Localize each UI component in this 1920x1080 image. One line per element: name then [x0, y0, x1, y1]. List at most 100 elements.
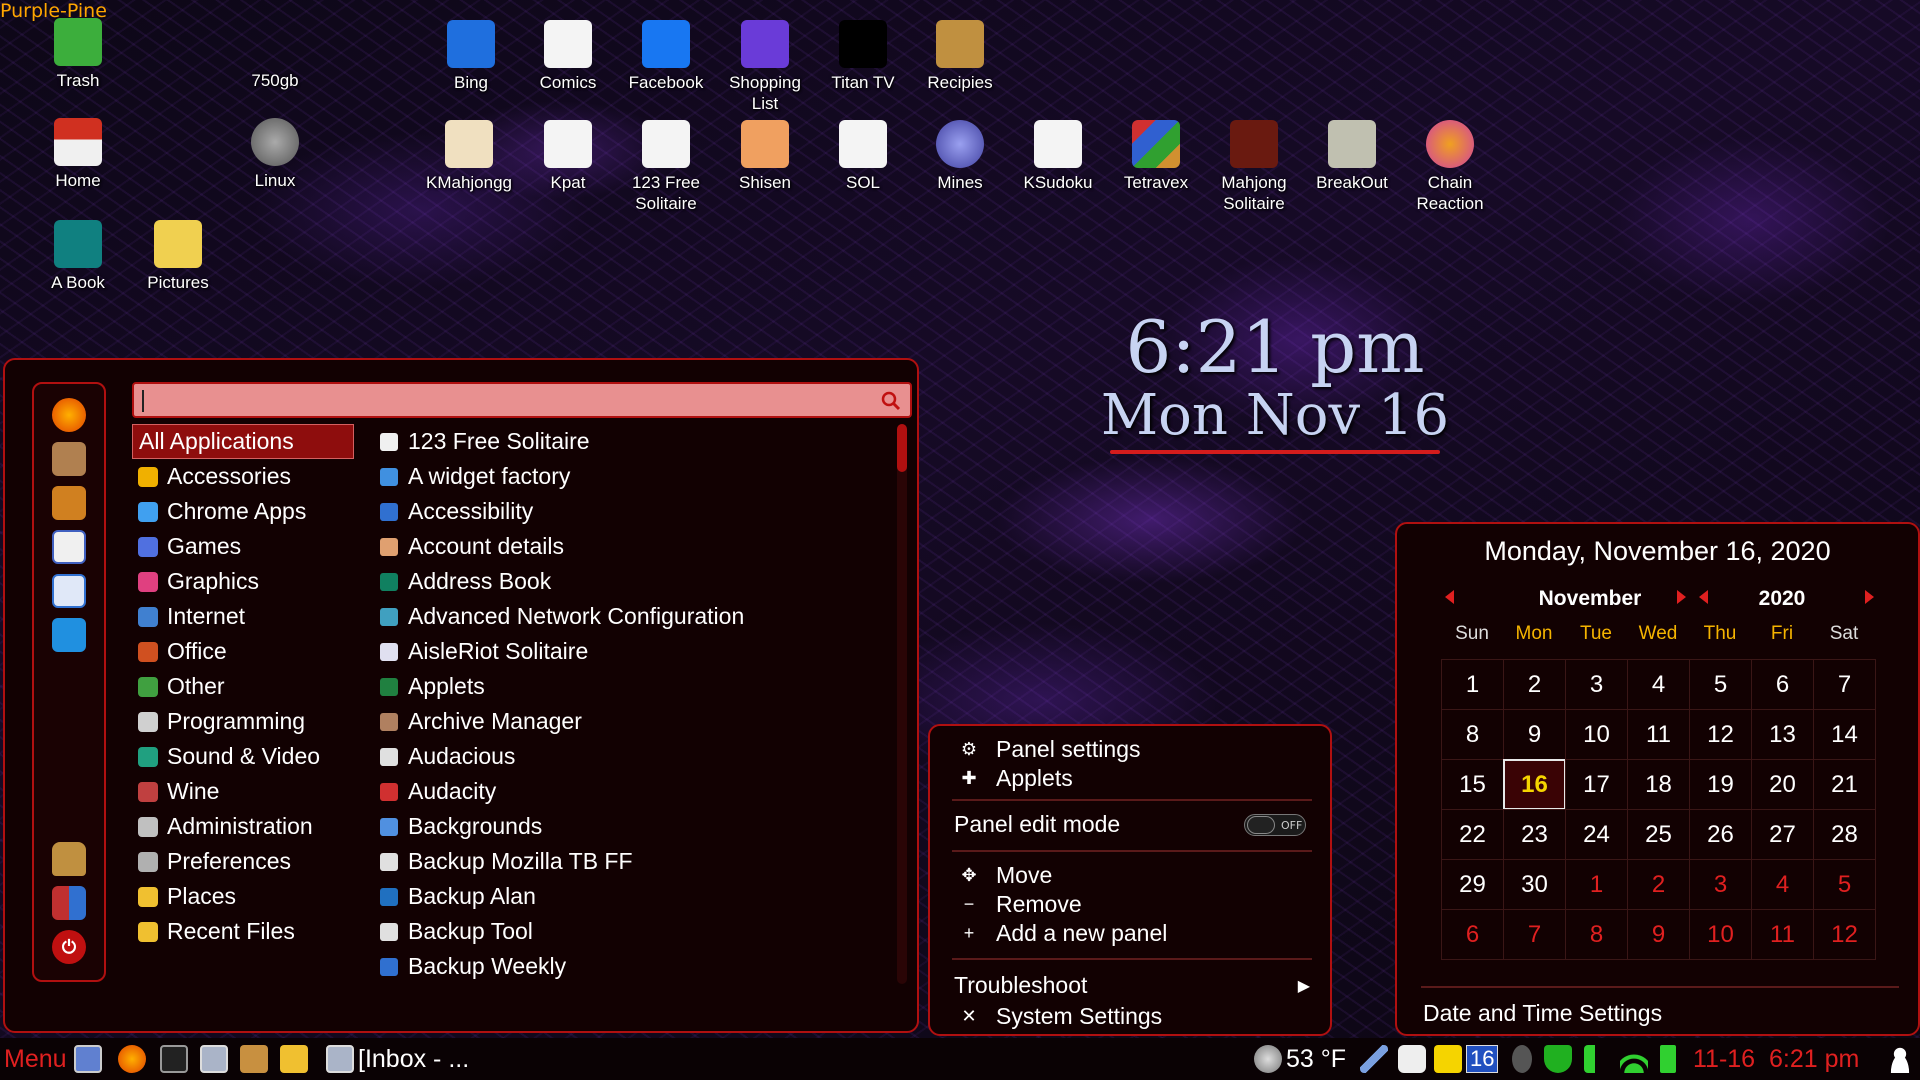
desktop-icon-comics[interactable]: Comics — [520, 20, 616, 93]
calendar-day[interactable]: 2 — [1627, 859, 1690, 910]
calendar-day[interactable]: 3 — [1689, 859, 1752, 910]
calendar-day[interactable]: 4 — [1627, 659, 1690, 710]
category-all-applications[interactable]: All Applications — [132, 424, 354, 459]
calendar-day[interactable]: 15 — [1441, 759, 1504, 810]
category-internet[interactable]: Internet — [132, 599, 354, 634]
terminal-launcher[interactable] — [160, 1043, 188, 1075]
app-item[interactable]: Backup Alan — [380, 879, 900, 914]
logout-icon[interactable] — [52, 886, 86, 920]
desktop-icon-sol[interactable]: SOL — [815, 120, 911, 193]
desktop-icon-mines[interactable]: Mines — [912, 120, 1008, 193]
tools-launcher[interactable] — [240, 1043, 268, 1075]
desktop-icon-tetravex[interactable]: Tetravex — [1108, 120, 1204, 193]
next-year-icon[interactable] — [1865, 590, 1874, 604]
calendar-day[interactable]: 30 — [1503, 859, 1566, 910]
app-item[interactable]: Backup Mozilla TB FF — [380, 844, 900, 879]
system-settings-item[interactable]: ✕ System Settings — [954, 1003, 1162, 1030]
app-item[interactable]: Backgrounds — [380, 809, 900, 844]
clock-applet[interactable]: 11-16 6:21 pm — [1693, 1043, 1859, 1075]
calendar-day[interactable]: 12 — [1813, 909, 1876, 960]
calendar-day[interactable]: 20 — [1751, 759, 1814, 810]
category-office[interactable]: Office — [132, 634, 354, 669]
calendar-day[interactable]: 11 — [1627, 709, 1690, 760]
desktop-icon-kmahjongg[interactable]: KMahjongg — [421, 120, 517, 193]
calendar-day[interactable]: 19 — [1689, 759, 1752, 810]
calendar-day[interactable]: 14 — [1813, 709, 1876, 760]
text-editor-icon[interactable] — [52, 530, 86, 564]
calendar-day[interactable]: 17 — [1565, 759, 1628, 810]
user-applet[interactable] — [1886, 1043, 1914, 1075]
system-monitor-icon[interactable] — [52, 618, 86, 652]
desktop-icon-facebook[interactable]: Facebook — [618, 20, 714, 93]
files-launcher[interactable] — [280, 1043, 308, 1075]
app-item[interactable]: 123 Free Solitaire — [380, 424, 900, 459]
package-install-icon[interactable] — [52, 486, 86, 520]
calendar-day[interactable]: 10 — [1565, 709, 1628, 760]
desktop-icon-shisen[interactable]: Shisen — [717, 120, 813, 193]
category-graphics[interactable]: Graphics — [132, 564, 354, 599]
calendar-day[interactable]: 8 — [1441, 709, 1504, 760]
app-item[interactable]: Archive Manager — [380, 704, 900, 739]
document-viewer-icon[interactable] — [52, 574, 86, 608]
calendar-day[interactable]: 9 — [1627, 909, 1690, 960]
weather-applet[interactable]: 53 °F — [1254, 1043, 1346, 1075]
desktop-icon-ksudoku[interactable]: KSudoku — [1010, 120, 1106, 193]
calendar-day[interactable]: 21 — [1813, 759, 1876, 810]
calendar-day[interactable]: 6 — [1751, 659, 1814, 710]
app-item[interactable]: Address Book — [380, 564, 900, 599]
app-item[interactable]: Backup Tool — [380, 914, 900, 949]
calendar-day[interactable]: 9 — [1503, 709, 1566, 760]
calendar-day[interactable]: 28 — [1813, 809, 1876, 860]
sound-applet[interactable] — [1584, 1043, 1612, 1075]
calendar-day-today[interactable]: 16 — [1503, 759, 1566, 810]
calendar-day[interactable]: 8 — [1565, 909, 1628, 960]
remove-item[interactable]: − Remove — [954, 891, 1082, 918]
app-item[interactable]: Backup Weekly — [380, 949, 900, 984]
calendar-day[interactable]: 12 — [1689, 709, 1752, 760]
calendar-day[interactable]: 3 — [1565, 659, 1628, 710]
app-list-scrollbar[interactable] — [897, 424, 907, 984]
calendar-day[interactable]: 1 — [1441, 659, 1504, 710]
panel-edit-mode-item[interactable]: Panel edit mode — [954, 811, 1120, 838]
move-item[interactable]: ✥ Move — [954, 862, 1052, 889]
calendar-day[interactable]: 22 — [1441, 809, 1504, 860]
app-item[interactable]: Accessibility — [380, 494, 900, 529]
package-icon[interactable] — [52, 442, 86, 476]
calendar-day[interactable]: 7 — [1813, 659, 1876, 710]
calendar-day[interactable]: 6 — [1441, 909, 1504, 960]
app-item[interactable]: Advanced Network Configuration — [380, 599, 900, 634]
app-item[interactable]: Audacity — [380, 774, 900, 809]
desktop-icon-recipies[interactable]: Recipies — [912, 20, 1008, 93]
calendar-day[interactable]: 10 — [1689, 909, 1752, 960]
category-administration[interactable]: Administration — [132, 809, 354, 844]
screenshot-applet[interactable] — [1398, 1043, 1426, 1075]
menu-button[interactable]: Menu — [4, 1043, 67, 1075]
calendar-day[interactable]: 27 — [1751, 809, 1814, 860]
troubleshoot-item[interactable]: Troubleshoot ▶ — [954, 972, 1310, 999]
calendar-day[interactable]: 4 — [1751, 859, 1814, 910]
desktop-icon-a-book[interactable]: A Book — [30, 220, 126, 293]
thunderbird-launcher[interactable] — [200, 1043, 228, 1075]
app-item[interactable]: AisleRiot Solitaire — [380, 634, 900, 669]
calendar-day[interactable]: 7 — [1503, 909, 1566, 960]
bluetooth-applet[interactable] — [1512, 1043, 1532, 1075]
calendar-day[interactable]: 1 — [1565, 859, 1628, 910]
prev-year-icon[interactable] — [1699, 590, 1708, 604]
category-preferences[interactable]: Preferences — [132, 844, 354, 879]
calendar-day[interactable]: 23 — [1503, 809, 1566, 860]
applets-item[interactable]: ✚ Applets — [954, 765, 1072, 792]
desktop-icon-kpat[interactable]: Kpat — [520, 120, 616, 193]
date-time-settings-link[interactable]: Date and Time Settings — [1423, 1000, 1662, 1027]
desktop-icon-titan-tv[interactable]: Titan TV — [815, 20, 911, 93]
category-recent-files[interactable]: Recent Files — [132, 914, 354, 949]
firefox-icon[interactable] — [52, 398, 86, 432]
category-chrome-apps[interactable]: Chrome Apps — [132, 494, 354, 529]
add-panel-item[interactable]: + Add a new panel — [954, 920, 1168, 947]
app-item[interactable]: Applets — [380, 669, 900, 704]
desktop-icon-chain-reaction[interactable]: Chain Reaction — [1402, 120, 1498, 214]
panel-settings-item[interactable]: ⚙ Panel settings — [954, 736, 1141, 763]
calendar-day[interactable]: 13 — [1751, 709, 1814, 760]
search-field[interactable] — [132, 382, 912, 418]
show-desktop-button[interactable] — [74, 1043, 102, 1075]
calendar-day[interactable]: 18 — [1627, 759, 1690, 810]
